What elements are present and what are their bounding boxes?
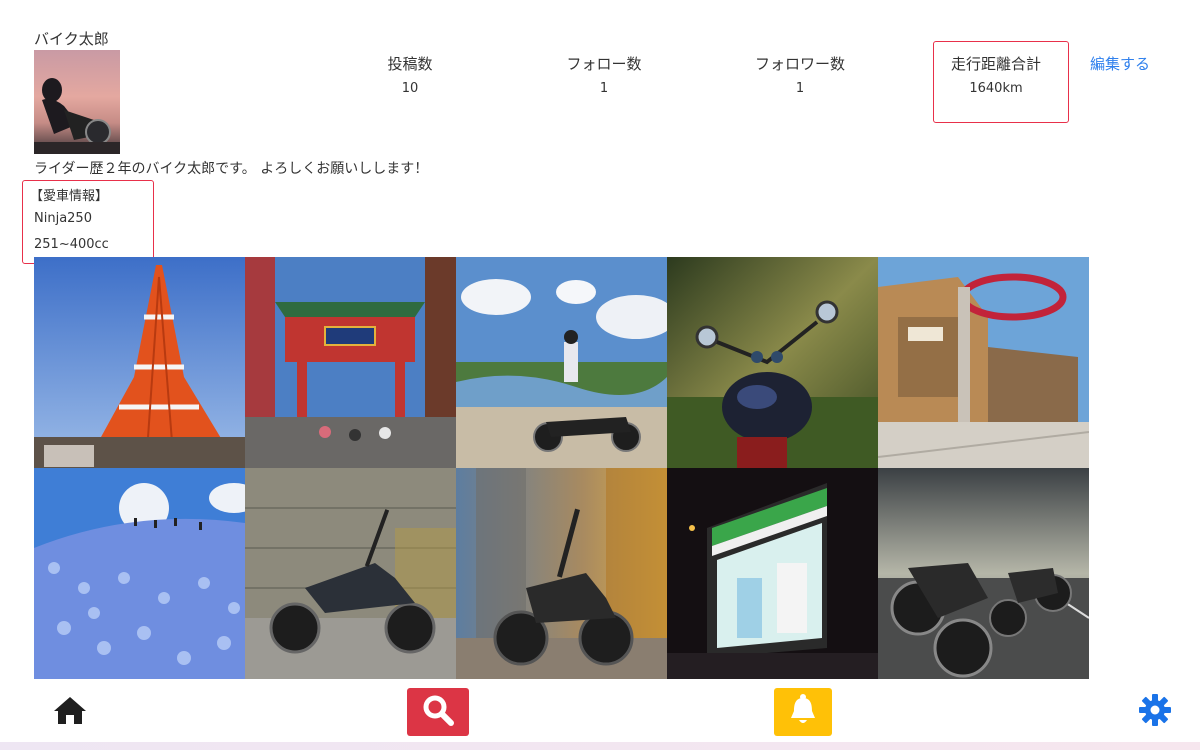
post-thumbnail-rider-overlook[interactable] <box>456 257 667 468</box>
post-thumbnail-motorcycle-wall[interactable] <box>245 468 456 679</box>
edit-profile-link[interactable]: 編集する <box>1090 53 1150 74</box>
stat-following-label: フォロー数 <box>566 55 642 73</box>
stat-following-value: 1 <box>599 81 609 96</box>
search-icon <box>421 693 455 731</box>
stat-posts-label: 投稿数 <box>387 55 433 73</box>
post-thumbnail-two-motorcycles[interactable] <box>878 468 1089 679</box>
stat-posts: 投稿数 10 <box>330 53 490 96</box>
post-thumbnail-tokyo-tower[interactable] <box>34 257 245 468</box>
annotation-highlight-distance <box>933 41 1069 123</box>
stat-followers-label: フォロワー数 <box>754 55 845 73</box>
post-thumbnail-chinatown-gate[interactable] <box>245 257 456 468</box>
window-bottom-strip <box>0 742 1200 750</box>
gear-icon <box>1138 693 1172 731</box>
post-thumbnail-convenience-store[interactable] <box>667 468 878 679</box>
post-thumbnail-flower-field[interactable] <box>34 468 245 679</box>
nav-home-button[interactable] <box>48 692 92 732</box>
post-thumbnail-shopping-mall[interactable] <box>878 257 1089 468</box>
post-grid <box>34 257 1089 679</box>
nav-settings-button[interactable] <box>1134 692 1176 732</box>
stat-following[interactable]: フォロー数 1 <box>524 53 684 96</box>
bottom-navigation <box>0 680 1200 742</box>
nav-search-button[interactable] <box>407 688 469 736</box>
stat-followers[interactable]: フォロワー数 1 <box>720 53 880 96</box>
profile-bio: ライダー歴２年のバイク太郎です。 よろしくお願いしします！ <box>34 161 429 177</box>
username: バイク太郎 <box>34 30 109 48</box>
post-thumbnail-motorcycle-forest[interactable] <box>667 257 878 468</box>
post-thumbnail-motorcycle-city[interactable] <box>456 468 667 679</box>
stat-followers-value: 1 <box>795 81 805 96</box>
avatar[interactable] <box>34 50 120 154</box>
bell-icon <box>788 693 818 731</box>
annotation-highlight-bike-info <box>22 180 154 264</box>
nav-notifications-button[interactable] <box>774 688 832 736</box>
home-icon <box>52 694 88 730</box>
stat-posts-value: 10 <box>401 81 419 96</box>
